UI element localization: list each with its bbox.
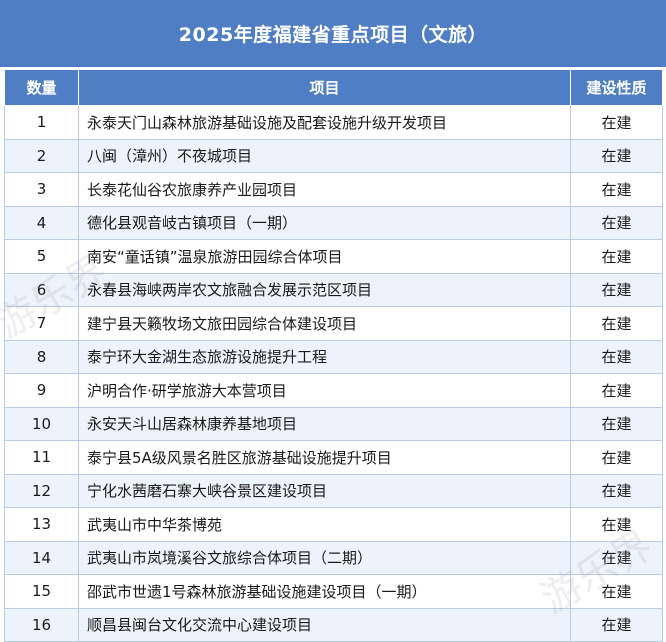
row-status: 在建	[570, 272, 663, 307]
row-status: 在建	[570, 205, 663, 240]
table-row: 7 建宁县天籁牧场文旅田园综合体建设项目 在建	[4, 306, 663, 341]
row-number: 3	[4, 172, 79, 207]
row-number: 11	[4, 440, 79, 475]
row-number: 16	[4, 607, 79, 642]
row-status: 在建	[570, 138, 663, 173]
row-status: 在建	[570, 540, 663, 575]
table-row: 11 泰宁县5A级风景名胜区旅游基础设施提升项目 在建	[4, 440, 663, 475]
row-project-name: 建宁县天籁牧场文旅田园综合体建设项目	[78, 306, 571, 341]
row-status: 在建	[570, 373, 663, 408]
row-project-name: 德化县观音岐古镇项目（一期）	[78, 205, 571, 240]
row-number: 9	[4, 373, 79, 408]
table-row: 12 宁化水茜磨石寨大峡谷景区建设项目 在建	[4, 473, 663, 508]
row-status: 在建	[570, 306, 663, 341]
table-title: 2025年度福建省重点项目（文旅）	[178, 24, 488, 46]
row-project-name: 南安“童话镇”温泉旅游田园综合体项目	[78, 239, 571, 274]
table-title-bar: 2025年度福建省重点项目（文旅）	[0, 0, 666, 67]
row-project-name: 泰宁县5A级风景名胜区旅游基础设施提升项目	[78, 440, 571, 475]
table-row: 15 邵武市世遗1号森林旅游基础设施建设项目（一期） 在建	[4, 574, 663, 609]
row-number: 12	[4, 473, 79, 508]
row-project-name: 长泰花仙谷农旅康养产业园项目	[78, 172, 571, 207]
projects-table: 数量 项目 建设性质 1 永泰天门山森林旅游基础设施及配套设施升级开发项目 在建…	[4, 69, 663, 642]
row-project-name: 沪明合作·研学旅游大本营项目	[78, 373, 571, 408]
row-project-name: 武夷山市岚境溪谷文旅综合体项目（二期）	[78, 540, 571, 575]
row-project-name: 泰宁环大金湖生态旅游设施提升工程	[78, 339, 571, 374]
row-number: 13	[4, 507, 79, 542]
table-row: 14 武夷山市岚境溪谷文旅综合体项目（二期） 在建	[4, 540, 663, 575]
row-number: 14	[4, 540, 79, 575]
row-status: 在建	[570, 172, 663, 207]
table-row: 5 南安“童话镇”温泉旅游田园综合体项目 在建	[4, 239, 663, 274]
row-number: 8	[4, 339, 79, 374]
header-row: 数量 项目 建设性质	[4, 69, 663, 106]
table-row: 10 永安天斗山居森林康养基地项目 在建	[4, 406, 663, 441]
header-project: 项目	[78, 69, 571, 106]
row-status: 在建	[570, 473, 663, 508]
row-project-name: 宁化水茜磨石寨大峡谷景区建设项目	[78, 473, 571, 508]
table-row: 2 八闽（漳州）不夜城项目 在建	[4, 138, 663, 173]
row-status: 在建	[570, 440, 663, 475]
row-project-name: 邵武市世遗1号森林旅游基础设施建设项目（一期）	[78, 574, 571, 609]
row-number: 10	[4, 406, 79, 441]
row-number: 5	[4, 239, 79, 274]
row-project-name: 永春县海峡两岸农文旅融合发展示范区项目	[78, 272, 571, 307]
table-row: 9 沪明合作·研学旅游大本营项目 在建	[4, 373, 663, 408]
table-row: 4 德化县观音岐古镇项目（一期） 在建	[4, 205, 663, 240]
row-project-name: 永安天斗山居森林康养基地项目	[78, 406, 571, 441]
row-status: 在建	[570, 105, 663, 140]
table-row: 1 永泰天门山森林旅游基础设施及配套设施升级开发项目 在建	[4, 105, 663, 140]
row-status: 在建	[570, 339, 663, 374]
row-status: 在建	[570, 574, 663, 609]
row-status: 在建	[570, 239, 663, 274]
row-project-name: 八闽（漳州）不夜城项目	[78, 138, 571, 173]
row-project-name: 永泰天门山森林旅游基础设施及配套设施升级开发项目	[78, 105, 571, 140]
row-number: 15	[4, 574, 79, 609]
row-number: 1	[4, 105, 79, 140]
row-number: 6	[4, 272, 79, 307]
row-status: 在建	[570, 607, 663, 642]
row-project-name: 顺昌县闽台文化交流中心建设项目	[78, 607, 571, 642]
row-project-name: 武夷山市中华茶博苑	[78, 507, 571, 542]
header-count: 数量	[4, 69, 79, 106]
table-row: 8 泰宁环大金湖生态旅游设施提升工程 在建	[4, 339, 663, 374]
table-row: 3 长泰花仙谷农旅康养产业园项目 在建	[4, 172, 663, 207]
table-row: 13 武夷山市中华茶博苑 在建	[4, 507, 663, 542]
row-status: 在建	[570, 507, 663, 542]
row-number: 2	[4, 138, 79, 173]
table-row: 16 顺昌县闽台文化交流中心建设项目 在建	[4, 607, 663, 642]
row-status: 在建	[570, 406, 663, 441]
row-number: 7	[4, 306, 79, 341]
row-number: 4	[4, 205, 79, 240]
header-nature: 建设性质	[570, 69, 663, 106]
table-row: 6 永春县海峡两岸农文旅融合发展示范区项目 在建	[4, 272, 663, 307]
